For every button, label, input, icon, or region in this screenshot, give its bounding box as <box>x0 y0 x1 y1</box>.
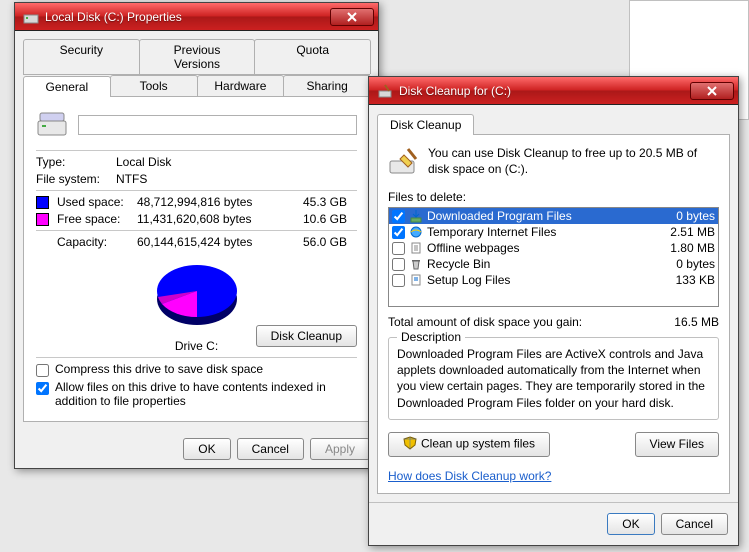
file-item-checkbox[interactable] <box>392 210 405 223</box>
clean-system-files-button[interactable]: Clean up system files <box>388 432 550 457</box>
compress-label: Compress this drive to save disk space <box>55 362 263 376</box>
free-bytes: 11,431,620,608 bytes <box>137 212 287 226</box>
tabs-row-lower: General Tools Hardware Sharing <box>23 75 370 97</box>
log-icon <box>409 273 423 287</box>
file-item-name: Setup Log Files <box>427 273 651 287</box>
ok-button[interactable]: OK <box>183 438 230 460</box>
ok-button[interactable]: OK <box>607 513 654 535</box>
file-item-name: Downloaded Program Files <box>427 209 651 223</box>
separator <box>36 150 357 151</box>
index-label: Allow files on this drive to have conten… <box>55 380 357 408</box>
description-text: Downloaded Program Files are ActiveX con… <box>397 346 710 411</box>
properties-button-row: OK Cancel Apply <box>15 430 378 468</box>
disk-cleanup-window: Disk Cleanup for (C:) Disk Cleanup You c… <box>368 76 739 546</box>
tab-quota[interactable]: Quota <box>254 39 371 74</box>
separator <box>36 230 357 231</box>
apply-button[interactable]: Apply <box>310 438 370 460</box>
general-panel: Type:Local Disk File system:NTFS Used sp… <box>23 97 370 422</box>
file-item[interactable]: Temporary Internet Files 2.51 MB <box>389 224 718 240</box>
separator <box>36 190 357 191</box>
used-human: 45.3 GB <box>287 195 347 209</box>
file-item-size: 0 bytes <box>655 257 715 271</box>
tab-tools[interactable]: Tools <box>110 75 198 96</box>
file-item-checkbox[interactable] <box>392 274 405 287</box>
filesystem-label: File system: <box>36 172 116 186</box>
free-swatch <box>36 213 49 226</box>
disk-cleanup-button[interactable]: Disk Cleanup <box>256 325 357 347</box>
cancel-button[interactable]: Cancel <box>237 438 304 460</box>
properties-window: Local Disk (C:) Properties Security Prev… <box>14 2 379 469</box>
tab-hardware[interactable]: Hardware <box>197 75 285 96</box>
close-button[interactable] <box>690 82 734 100</box>
file-item-name: Temporary Internet Files <box>427 225 651 239</box>
properties-titlebar[interactable]: Local Disk (C:) Properties <box>15 3 378 31</box>
cancel-button[interactable]: Cancel <box>661 513 728 535</box>
properties-body: Security Previous Versions Quota General… <box>15 31 378 430</box>
file-item-checkbox[interactable] <box>392 226 405 239</box>
file-item[interactable]: Offline webpages 1.80 MB <box>389 240 718 256</box>
page-icon <box>409 241 423 255</box>
file-item[interactable]: Downloaded Program Files 0 bytes <box>389 208 718 224</box>
file-item-checkbox[interactable] <box>392 242 405 255</box>
tab-disk-cleanup[interactable]: Disk Cleanup <box>377 114 474 135</box>
cleanup-intro-text: You can use Disk Cleanup to free up to 2… <box>428 145 719 180</box>
capacity-label: Capacity: <box>57 235 137 249</box>
file-item-size: 0 bytes <box>655 209 715 223</box>
file-item-size: 1.80 MB <box>655 241 715 255</box>
tabs-row-upper: Security Previous Versions Quota <box>23 39 370 75</box>
separator <box>36 357 357 358</box>
cleanup-titlebar[interactable]: Disk Cleanup for (C:) <box>369 77 738 105</box>
help-link[interactable]: How does Disk Cleanup work? <box>388 469 551 483</box>
tab-general[interactable]: General <box>23 76 111 97</box>
tab-sharing[interactable]: Sharing <box>283 75 371 96</box>
type-label: Type: <box>36 155 116 169</box>
total-gain-value: 16.5 MB <box>674 315 719 329</box>
drive-large-icon <box>36 107 68 142</box>
clean-system-files-label: Clean up system files <box>421 436 535 450</box>
view-files-button[interactable]: View Files <box>635 432 719 457</box>
free-human: 10.6 GB <box>287 212 347 226</box>
total-gain-label: Total amount of disk space you gain: <box>388 315 674 329</box>
capacity-human: 56.0 GB <box>287 235 347 249</box>
cleanup-title: Disk Cleanup for (C:) <box>399 84 690 98</box>
tab-security[interactable]: Security <box>23 39 140 74</box>
compress-checkbox[interactable] <box>36 364 49 377</box>
description-legend: Description <box>397 330 465 344</box>
type-value: Local Disk <box>116 155 357 169</box>
filesystem-value: NTFS <box>116 172 357 186</box>
cleanup-tabs: Disk Cleanup <box>377 113 730 135</box>
cleanup-panel: You can use Disk Cleanup to free up to 2… <box>377 135 730 494</box>
files-listbox[interactable]: Downloaded Program Files0 bytesTemporary… <box>388 207 719 307</box>
file-item-name: Offline webpages <box>427 241 651 255</box>
file-item[interactable]: Recycle Bin 0 bytes <box>389 256 718 272</box>
file-item[interactable]: Setup Log Files 133 KB <box>389 272 718 288</box>
drive-label-input[interactable] <box>78 115 357 135</box>
ie-icon <box>409 225 423 239</box>
download-icon <box>409 209 423 223</box>
used-swatch <box>36 196 49 209</box>
cleanup-button-row: OK Cancel <box>369 502 738 545</box>
free-label: Free space: <box>57 212 137 226</box>
file-item-checkbox[interactable] <box>392 258 405 271</box>
broom-icon <box>377 83 393 99</box>
files-to-delete-label: Files to delete: <box>388 190 719 204</box>
file-item-size: 133 KB <box>655 273 715 287</box>
used-label: Used space: <box>57 195 137 209</box>
tab-previous-versions[interactable]: Previous Versions <box>139 39 256 74</box>
bin-icon <box>409 257 423 271</box>
index-checkbox[interactable] <box>36 382 49 395</box>
shield-icon <box>403 436 417 453</box>
cleanup-body: Disk Cleanup You can use Disk Cleanup to… <box>369 105 738 502</box>
properties-title: Local Disk (C:) Properties <box>45 10 330 24</box>
drive-icon <box>23 9 39 25</box>
cleanup-large-icon <box>388 145 420 180</box>
description-group: Description Downloaded Program Files are… <box>388 337 719 420</box>
disk-usage-pie <box>147 257 247 337</box>
capacity-bytes: 60,144,615,424 bytes <box>137 235 287 249</box>
close-button[interactable] <box>330 8 374 26</box>
file-item-name: Recycle Bin <box>427 257 651 271</box>
used-bytes: 48,712,994,816 bytes <box>137 195 287 209</box>
file-item-size: 2.51 MB <box>655 225 715 239</box>
